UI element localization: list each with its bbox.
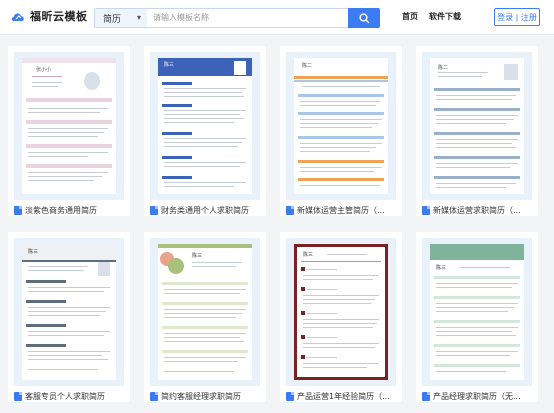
nav-software-download-link[interactable]: 软件下载 — [429, 11, 461, 22]
category-select[interactable]: 简历 ▾ — [95, 9, 147, 27]
template-card[interactable]: 陈三 财务类通用个人求职简历 — [144, 46, 266, 216]
search-button[interactable] — [348, 8, 380, 28]
avatar — [168, 258, 184, 274]
template-card-title[interactable]: 新媒体运营求职简历（... — [422, 204, 534, 216]
avatar — [98, 262, 110, 276]
avatar — [234, 61, 246, 75]
template-card-title[interactable]: 产品运营1年经验简历（... — [286, 390, 398, 402]
top-bar: 福昕云模板 简历 ▾ 首页 软件下载 登录 | 注册 — [0, 0, 554, 35]
category-select-value: 简历 — [103, 14, 122, 25]
template-title: 简约客服经理求职简历 — [161, 391, 241, 401]
search-input[interactable] — [153, 10, 343, 25]
template-thumbnail[interactable]: 陈二 — [286, 52, 396, 200]
chevron-down-icon: ▾ — [136, 13, 141, 22]
resume-preview: 张小小 — [22, 58, 116, 194]
resume-preview: 陈三 — [294, 244, 388, 380]
document-icon — [422, 391, 430, 401]
logo-text: 福昕云模板 — [30, 10, 88, 23]
document-icon — [150, 391, 158, 401]
template-thumbnail[interactable]: 陈三 — [14, 238, 124, 386]
resume-preview: 陈三 — [22, 244, 116, 380]
template-title: 淡紫色商务通用简历 — [25, 205, 97, 215]
avatar — [84, 72, 100, 90]
search-icon — [358, 12, 370, 24]
document-icon — [14, 391, 22, 401]
template-card[interactable]: 张小小 淡紫色商务通用简历 — [8, 46, 130, 216]
avatar — [504, 64, 518, 80]
template-card[interactable]: 陈二 新媒体运营主管简历（... — [280, 46, 402, 216]
template-card-title[interactable]: 新媒体运营主管简历（... — [286, 204, 398, 216]
search-bar: 简历 ▾ — [94, 8, 380, 28]
cloud-logo-icon — [11, 13, 24, 21]
template-card[interactable]: 陈三 简约客服经理求职简历 — [144, 232, 266, 402]
resume-name: 陈三 — [192, 253, 203, 259]
template-card-title[interactable]: 产品经理求职简历（无... — [422, 390, 534, 402]
template-card[interactable]: 陈三 客服专员个人求职简历 — [8, 232, 130, 402]
login-register-button[interactable]: 登录 | 注册 — [494, 8, 540, 26]
template-title: 新媒体运营主管简历（... — [297, 205, 385, 215]
template-card[interactable]: 陈二 新媒体运营求职简历（... — [416, 46, 538, 216]
template-thumbnail[interactable]: 陈二 — [422, 52, 532, 200]
template-title: 产品经理求职简历（无... — [433, 391, 521, 401]
resume-preview: 陈二 — [430, 58, 524, 194]
resume-name: 张小小 — [36, 67, 52, 73]
document-icon — [286, 205, 294, 215]
template-thumbnail[interactable]: 陈三 — [150, 52, 260, 200]
template-card[interactable]: 陈三 产品经理求职简历（无... — [416, 232, 538, 402]
template-card-title[interactable]: 简约客服经理求职简历 — [150, 390, 262, 402]
template-title: 客服专员个人求职简历 — [25, 391, 105, 401]
document-icon — [422, 205, 430, 215]
document-icon — [150, 205, 158, 215]
document-icon — [14, 205, 22, 215]
template-title: 财务类通用个人求职简历 — [161, 205, 249, 215]
template-title: 新媒体运营求职简历（... — [433, 205, 521, 215]
resume-preview: 陈三 — [158, 58, 252, 194]
logo[interactable]: 福昕云模板 — [10, 8, 88, 24]
template-card-title[interactable]: 淡紫色商务通用简历 — [14, 204, 126, 216]
nav-home-link[interactable]: 首页 — [402, 11, 418, 22]
template-thumbnail[interactable]: 陈三 — [150, 238, 260, 386]
resume-name: 陈二 — [438, 65, 449, 71]
template-card-title[interactable]: 财务类通用个人求职简历 — [150, 204, 262, 216]
resume-name: 陈三 — [164, 62, 175, 68]
resume-name: 陈三 — [28, 249, 39, 255]
resume-preview: 陈二 — [294, 58, 388, 194]
resume-name: 陈三 — [436, 265, 447, 271]
resume-preview: 陈三 — [430, 244, 524, 380]
template-card[interactable]: 陈三 产品运营1年经验简历（... — [280, 232, 402, 402]
template-title: 产品运营1年经验简历（... — [297, 391, 390, 401]
resume-preview: 陈三 — [158, 244, 252, 380]
template-thumbnail[interactable]: 陈三 — [422, 238, 532, 386]
resume-name: 陈三 — [303, 252, 314, 258]
template-thumbnail[interactable]: 张小小 — [14, 52, 124, 200]
template-card-title[interactable]: 客服专员个人求职简历 — [14, 390, 126, 402]
template-thumbnail[interactable]: 陈三 — [286, 238, 396, 386]
document-icon — [286, 391, 294, 401]
resume-name: 陈二 — [302, 63, 313, 69]
